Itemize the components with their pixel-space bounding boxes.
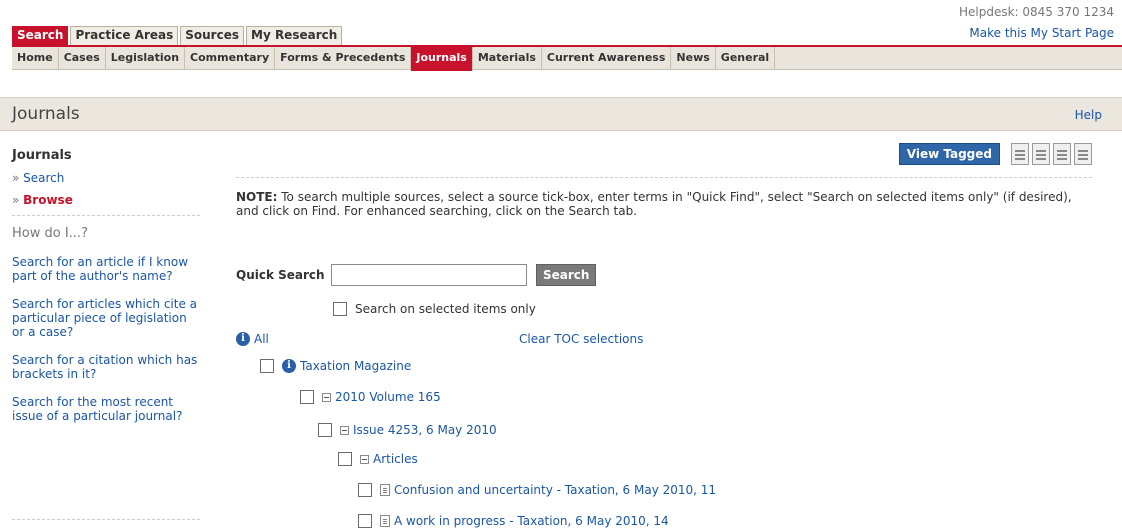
search-button[interactable]: Search [536, 264, 597, 286]
note-body: To search multiple sources, select a sou… [236, 190, 1072, 218]
collapse-icon[interactable] [340, 425, 349, 435]
sidebar-item-search[interactable]: » Search [12, 171, 202, 185]
tab-my-research[interactable]: My Research [246, 26, 343, 45]
document-icon [380, 484, 390, 496]
how-link-author[interactable]: Search for an article if I know part of … [12, 255, 202, 283]
chevron-right-icon: » [12, 171, 24, 185]
tree-row-journal: i Taxation Magazine [260, 359, 411, 373]
volume-checkbox[interactable] [300, 390, 314, 404]
help-link[interactable]: Help [1075, 108, 1102, 122]
how-link-brackets[interactable]: Search for a citation which has brackets… [12, 353, 202, 381]
helpdesk-text: Helpdesk: 0845 370 1234 [958, 5, 1114, 19]
make-start-page-link[interactable]: Make this My Start Page [969, 26, 1114, 40]
toolbar: View Tagged [898, 143, 1092, 165]
info-icon[interactable]: i [236, 332, 250, 346]
article-checkbox[interactable] [358, 483, 372, 497]
subnav-forms-precedents[interactable]: Forms & Precedents [275, 47, 412, 69]
save-icon[interactable] [1053, 143, 1071, 165]
document-icon [380, 515, 390, 527]
sub-navigation: Home Cases Legislation Commentary Forms … [12, 45, 1122, 71]
journal-checkbox[interactable] [260, 359, 274, 373]
subnav-materials[interactable]: Materials [473, 47, 542, 69]
section-link[interactable]: Articles [373, 452, 418, 466]
volume-link[interactable]: 2010 Volume 165 [335, 390, 441, 404]
collapse-icon[interactable] [360, 454, 369, 464]
collapse-icon[interactable] [322, 392, 331, 402]
subnav-current-awareness[interactable]: Current Awareness [542, 47, 672, 69]
subnav-journals[interactable]: Journals [411, 47, 473, 71]
subnav-legislation[interactable]: Legislation [106, 47, 186, 69]
article-link[interactable]: A work in progress - Taxation, 6 May 201… [394, 514, 669, 528]
how-link-recent-issue[interactable]: Search for the most recent issue of a pa… [12, 395, 202, 423]
subnav-news[interactable]: News [671, 47, 716, 69]
tab-search[interactable]: Search [12, 26, 69, 45]
chevron-right-icon: » [12, 193, 24, 207]
print-icon[interactable] [1011, 143, 1029, 165]
clipped-top-text [0, 0, 470, 6]
how-do-i-heading: How do I...? [12, 226, 88, 241]
sidebar-item-browse[interactable]: » Browse [12, 193, 202, 207]
subnav-commentary[interactable]: Commentary [185, 47, 276, 69]
subnav-cases[interactable]: Cases [59, 47, 106, 69]
how-link-cite[interactable]: Search for articles which cite a particu… [12, 297, 202, 339]
note-text: NOTE: To search multiple sources, select… [236, 190, 1096, 218]
selected-only-checkbox[interactable] [333, 302, 347, 316]
divider [236, 177, 1092, 178]
subnav-home[interactable]: Home [12, 47, 59, 69]
view-tagged-button[interactable]: View Tagged [898, 143, 1000, 165]
quick-search-label: Quick Search [236, 268, 325, 282]
journal-link[interactable]: Taxation Magazine [300, 359, 411, 373]
tree-row-volume: 2010 Volume 165 [300, 390, 441, 404]
sidebar: Journals » Search » Browse How do I...? … [12, 148, 202, 423]
tree-row-article: Confusion and uncertainty - Taxation, 6 … [358, 483, 716, 497]
selected-only-label: Search on selected items only [355, 302, 536, 316]
clear-toc-link[interactable]: Clear TOC selections [519, 332, 643, 346]
tree-row-section: Articles [338, 452, 418, 466]
page-header: Journals Help [0, 97, 1122, 131]
note-prefix: NOTE: [236, 190, 278, 204]
tree-row-all: i All [236, 332, 269, 346]
article-link[interactable]: Confusion and uncertainty - Taxation, 6 … [394, 483, 716, 497]
article-checkbox[interactable] [358, 514, 372, 528]
clipboard-link-icon[interactable] [1074, 143, 1092, 165]
page-title: Journals [12, 104, 80, 124]
tree-row-article: A work in progress - Taxation, 6 May 201… [358, 514, 669, 528]
email-icon[interactable] [1032, 143, 1050, 165]
subnav-general[interactable]: General [716, 47, 776, 69]
tab-sources[interactable]: Sources [180, 26, 244, 45]
divider [12, 519, 200, 520]
selected-only-option: Search on selected items only [333, 302, 536, 316]
sidebar-item-label: Search [23, 171, 65, 185]
issue-checkbox[interactable] [318, 423, 332, 437]
section-checkbox[interactable] [338, 452, 352, 466]
tab-practice-areas[interactable]: Practice Areas [70, 26, 179, 45]
tree-all-link[interactable]: All [254, 332, 269, 346]
sidebar-title: Journals [12, 148, 72, 163]
sidebar-item-label: Browse [23, 193, 73, 207]
info-icon[interactable]: i [282, 359, 296, 373]
divider [12, 215, 200, 216]
main-tabs: Search Practice Areas Sources My Researc… [12, 26, 344, 45]
issue-link[interactable]: Issue 4253, 6 May 2010 [353, 423, 497, 437]
quick-search-input[interactable] [331, 264, 527, 286]
tree-row-issue: Issue 4253, 6 May 2010 [318, 423, 497, 437]
